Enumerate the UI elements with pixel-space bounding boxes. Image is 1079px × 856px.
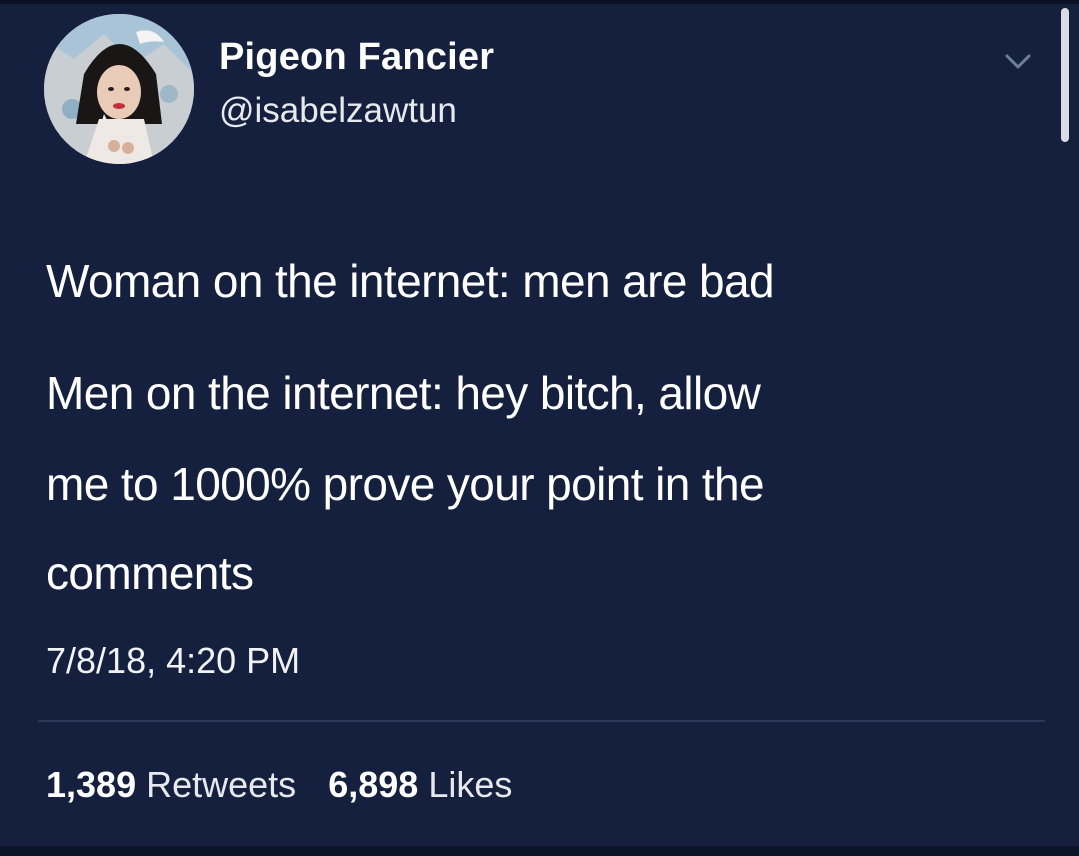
tweet-card: Pigeon Fancier @isabelzawtun Woman on th…	[0, 0, 1079, 856]
likes-stat[interactable]: 6,898 Likes	[328, 764, 534, 805]
likes-label: Likes	[428, 764, 513, 805]
more-options-button[interactable]	[1000, 46, 1036, 76]
display-name[interactable]: Pigeon Fancier	[219, 36, 494, 79]
likes-count: 6,898	[328, 764, 419, 805]
tweet-timestamp[interactable]: 7/8/18, 4:20 PM	[46, 640, 300, 682]
tweet-text-line: comments	[46, 547, 254, 599]
chevron-down-icon	[1005, 54, 1031, 69]
retweets-label: Retweets	[146, 764, 297, 805]
tweet-text-line: Woman on the internet: men are bad	[46, 255, 775, 307]
tweet-text-line: me to 1000% prove your point in the	[46, 458, 765, 510]
tweet-text-line: Men on the internet: hey bitch, allow	[46, 367, 761, 419]
top-edge	[0, 0, 1079, 4]
tweet-stats: 1,389 Retweets 6,898 Likes	[46, 764, 534, 806]
divider	[38, 720, 1045, 722]
avatar[interactable]	[44, 14, 194, 164]
user-handle[interactable]: @isabelzawtun	[219, 91, 457, 131]
scrollbar[interactable]	[1061, 8, 1069, 142]
retweets-stat[interactable]: 1,389 Retweets	[46, 764, 328, 805]
retweets-count: 1,389	[46, 764, 137, 805]
bottom-edge	[0, 846, 1079, 856]
avatar-photo-icon	[44, 14, 194, 164]
